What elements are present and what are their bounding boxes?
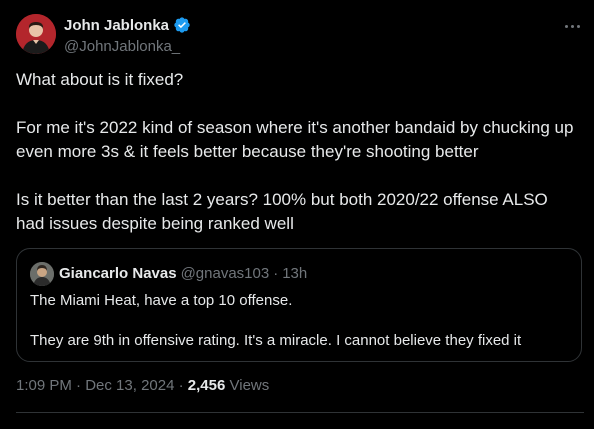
tweet-meta: 1:09 PM · Dec 13, 2024 · 2,456 Views bbox=[16, 377, 269, 394]
quote-separator: · bbox=[273, 265, 279, 282]
meta-separator: · bbox=[178, 377, 184, 394]
meta-separator: · bbox=[76, 377, 82, 394]
quoted-tweet[interactable]: Giancarlo Navas @gnavas103 · 13h The Mia… bbox=[16, 248, 582, 362]
more-options-icon[interactable] bbox=[560, 16, 584, 36]
author-display-name[interactable]: John Jablonka bbox=[64, 16, 191, 34]
quote-line: The Miami Heat, have a top 10 offense. bbox=[30, 292, 293, 309]
tweet-header: John Jablonka @JohnJablonka_ bbox=[16, 14, 584, 56]
divider bbox=[16, 412, 584, 413]
author-names: John Jablonka @JohnJablonka_ bbox=[64, 16, 191, 55]
tweet-paragraph: What about is it fixed? bbox=[16, 70, 184, 89]
quote-author-name[interactable]: Giancarlo Navas bbox=[59, 265, 177, 282]
author-handle[interactable]: @JohnJablonka_ bbox=[64, 38, 191, 55]
tweet-paragraph: For me it's 2022 kind of season where it… bbox=[16, 118, 574, 161]
author-avatar[interactable] bbox=[16, 14, 56, 54]
tweet-time[interactable]: 1:09 PM bbox=[16, 377, 72, 394]
verified-badge-icon bbox=[174, 17, 190, 33]
tweet-paragraph: Is it better than the last 2 years? 100%… bbox=[16, 190, 548, 233]
quote-timestamp[interactable]: 13h bbox=[282, 265, 307, 282]
tweet-date[interactable]: Dec 13, 2024 bbox=[85, 377, 174, 394]
tweet-text: What about is it fixed? For me it's 2022… bbox=[16, 68, 578, 236]
views-count: 2,456 bbox=[187, 377, 226, 394]
quote-line: They are 9th in offensive rating. It's a… bbox=[30, 332, 522, 349]
quote-header: Giancarlo Navas @gnavas103 · 13h bbox=[59, 265, 307, 282]
quote-author-handle[interactable]: @gnavas103 bbox=[181, 265, 270, 282]
author-name-text[interactable]: John Jablonka bbox=[64, 17, 169, 34]
quote-author-avatar[interactable] bbox=[30, 262, 54, 286]
views-label: Views bbox=[229, 377, 270, 394]
quote-text: The Miami Heat, have a top 10 offense. T… bbox=[30, 291, 570, 351]
